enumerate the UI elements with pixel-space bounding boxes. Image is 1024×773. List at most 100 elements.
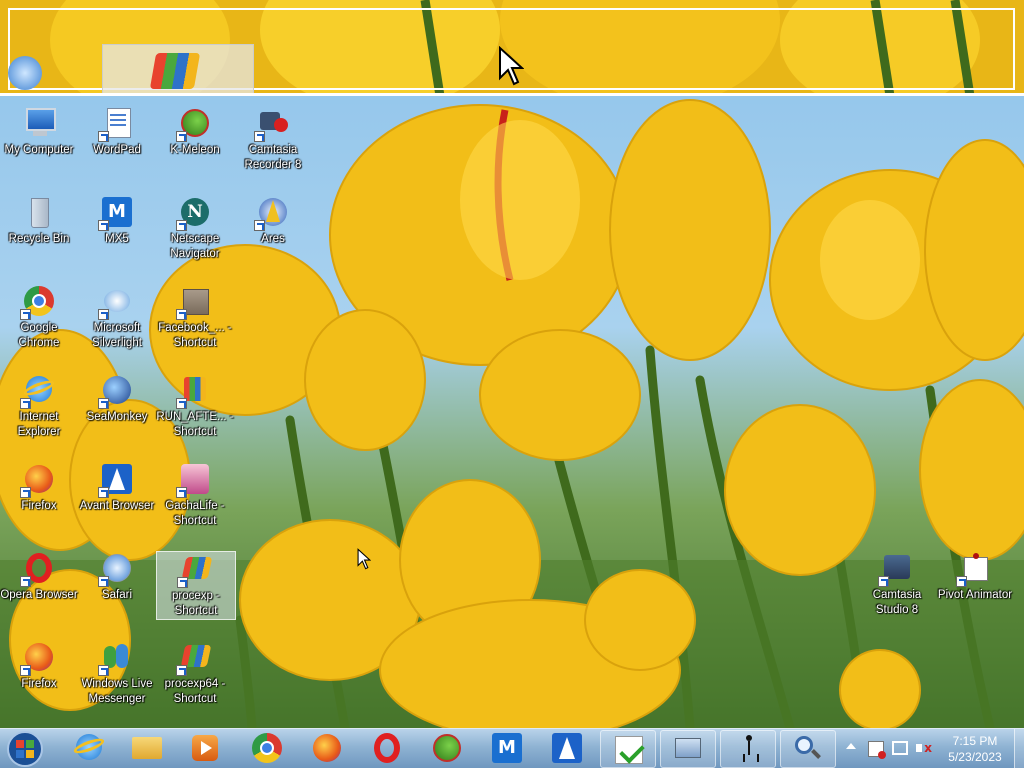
desktop-icon-netscape[interactable]: N Netscape Navigator: [156, 195, 234, 262]
camtasia-recorder-icon: [254, 106, 290, 142]
opera-icon: [20, 551, 56, 587]
desktop-icon-label: Opera Browser: [0, 589, 78, 601]
desktop-icon-label: Camtasia Studio 8: [872, 589, 922, 616]
desktop-icon-label: Netscape Navigator: [170, 233, 220, 260]
taskbar-button-setup-shield[interactable]: [600, 730, 656, 768]
clock[interactable]: 7:15 PM 5/23/2023: [940, 733, 1010, 765]
taskbar-button-mx5[interactable]: M: [480, 730, 534, 766]
package-icon: [176, 284, 212, 320]
taskbar-button-magnifier[interactable]: [780, 730, 836, 768]
desktop-icon-label: Microsoft Silverlight: [92, 322, 142, 349]
shortcut-arrow-icon: [20, 398, 31, 409]
pivot-icon: [731, 732, 765, 766]
desktop-icon-mx5[interactable]: M MX5: [78, 195, 156, 247]
messenger-icon: [98, 640, 134, 676]
desktop-icon-silverlight[interactable]: Microsoft Silverlight: [78, 284, 156, 351]
media-player-icon: [188, 731, 222, 765]
mx5-icon: M: [490, 731, 524, 765]
taskbar-button-pivot[interactable]: [720, 730, 776, 768]
desktop-icon-label: Windows Live Messenger: [81, 678, 153, 705]
computer-icon: [22, 106, 56, 140]
desktop-icon-label: Safari: [101, 589, 133, 601]
desktop-icon-camtasia-studio[interactable]: Camtasia Studio 8: [858, 551, 936, 618]
desktop-icon-gachalife[interactable]: GachaLife - Shortcut: [156, 462, 234, 529]
desktop-icon-safari[interactable]: Safari: [78, 551, 156, 603]
desktop-icon-facebook-shortcut[interactable]: Facebook_... - Shortcut: [156, 284, 234, 351]
desktop-icon-firefox-1[interactable]: Firefox: [0, 462, 78, 514]
shortcut-arrow-icon: [176, 309, 187, 320]
mouse-cursor: [499, 46, 524, 86]
desktop-icon-label: Facebook_... - Shortcut: [158, 322, 232, 349]
taskbar-button-avant[interactable]: [540, 730, 594, 766]
remote-desktop-icon: [671, 732, 705, 766]
ares-icon: [254, 195, 290, 231]
shortcut-arrow-icon: [98, 576, 109, 587]
desktop-icon-camtasia-recorder[interactable]: Camtasia Recorder 8: [234, 106, 312, 173]
desktop-icon-procexp[interactable]: procexp - Shortcut: [156, 551, 236, 620]
desktop-icon-procexp64[interactable]: procexp64 - Shortcut: [156, 640, 234, 707]
taskbar-button-firefox[interactable]: [300, 730, 354, 766]
desktop-icon-label: SeaMonkey: [86, 411, 148, 423]
taskbar-button-remote-desktop[interactable]: [660, 730, 716, 768]
desktop-icon-google-chrome[interactable]: Google Chrome: [0, 284, 78, 351]
desktop-icon-my-computer[interactable]: My Computer: [0, 106, 78, 158]
shortcut-arrow-icon: [98, 665, 109, 676]
shortcut-arrow-icon: [176, 398, 187, 409]
shortcut-arrow-icon: [176, 220, 187, 231]
explorer-folder-icon: [130, 731, 164, 765]
desktop-icon-internet-explorer[interactable]: Internet Explorer: [0, 373, 78, 440]
taskbar-button-chrome[interactable]: [240, 730, 294, 766]
desktop-icon-wordpad[interactable]: WordPad: [78, 106, 156, 158]
desktop-icon-avant[interactable]: Avant Browser: [78, 462, 156, 514]
shortcut-arrow-icon: [176, 665, 187, 676]
preview-thumbnail[interactable]: [102, 44, 254, 93]
shortcut-arrow-icon: [878, 576, 889, 587]
desktop-icon-label: procexp64 - Shortcut: [164, 678, 226, 705]
action-center-icon[interactable]: [868, 741, 886, 759]
taskbar-button-opera[interactable]: [360, 730, 414, 766]
shortcut-arrow-icon: [254, 131, 265, 142]
taskbar-button-ie[interactable]: [62, 730, 116, 766]
show-hidden-icons-icon[interactable]: [846, 743, 856, 749]
taskbar-button-explorer-folder[interactable]: [120, 730, 174, 766]
window-preview-strip: [0, 0, 1024, 96]
desktop-icon-opera[interactable]: Opera Browser: [0, 551, 78, 603]
clock-time: 7:15 PM: [952, 734, 998, 748]
desktop-icon-pivot[interactable]: Pivot Animator: [936, 551, 1014, 603]
taskbar-button-k-meleon[interactable]: [420, 730, 474, 766]
desktop-icon-wlm[interactable]: Windows Live Messenger: [78, 640, 156, 707]
desktop-icon-seamonkey[interactable]: SeaMonkey: [78, 373, 156, 425]
network-icon[interactable]: [892, 741, 908, 755]
desktop-icon-label: Internet Explorer: [17, 411, 61, 438]
desktop-icon-ares[interactable]: Ares: [234, 195, 312, 247]
desktop-icon-label: Firefox: [21, 500, 57, 512]
avant-icon: [550, 731, 584, 765]
shortcut-arrow-icon: [98, 131, 109, 142]
shortcut-arrow-icon: [98, 398, 109, 409]
shortcut-arrow-icon: [98, 487, 109, 498]
shortcut-arrow-icon: [176, 131, 187, 142]
show-desktop-button[interactable]: [1014, 729, 1024, 769]
desktop-icon-run-after-shortcut[interactable]: RUN_AFTE... - Shortcut: [156, 373, 234, 440]
chrome-icon: [250, 731, 284, 765]
recycle-bin-icon: [22, 195, 56, 229]
desktop-icon-label: GachaLife - Shortcut: [165, 500, 225, 527]
shortcut-arrow-icon: [20, 576, 31, 587]
silverlight-icon: [98, 284, 134, 320]
desktop-icon-label: My Computer: [4, 144, 74, 156]
ie-icon: [72, 731, 106, 765]
desktop-icon-firefox-2[interactable]: Firefox: [0, 640, 78, 692]
firefox-icon: [20, 640, 56, 676]
desktop-icon-label: Pivot Animator: [937, 589, 1013, 601]
firefox-icon: [20, 462, 56, 498]
camtasia-studio-icon: [878, 551, 914, 587]
avant-icon: [98, 462, 134, 498]
mouse-cursor: [357, 548, 371, 570]
taskbar-button-media-player[interactable]: [178, 730, 232, 766]
shortcut-arrow-icon: [177, 577, 188, 588]
desktop-icon-k-meleon[interactable]: K-Meleon: [156, 106, 234, 158]
shortcut-arrow-icon: [956, 576, 967, 587]
start-button[interactable]: [2, 729, 48, 769]
desktop-icon-recycle-bin[interactable]: Recycle Bin: [0, 195, 78, 247]
volume-muted-icon[interactable]: x: [916, 741, 932, 755]
